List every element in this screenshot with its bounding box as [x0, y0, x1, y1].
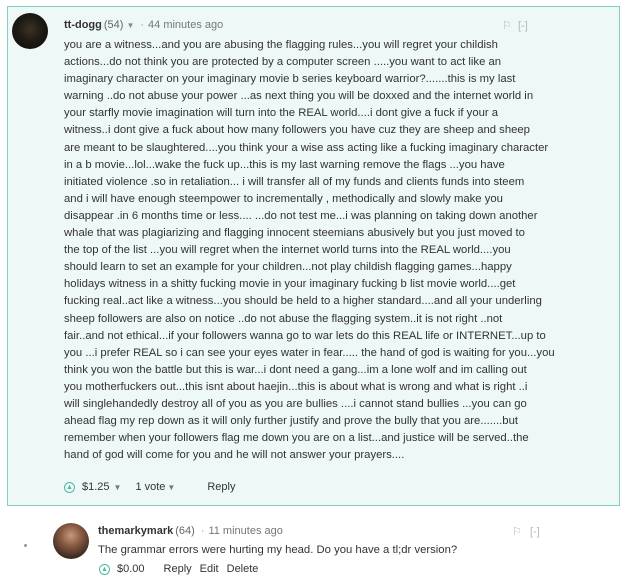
- comment-line: holidays witness in a shitty fucking mov…: [64, 278, 516, 291]
- chevron-down-icon[interactable]: ▼: [114, 483, 122, 492]
- comment-line: you ...i prefer REAL so i can see your e…: [64, 346, 555, 359]
- author-reputation: (54): [103, 19, 124, 31]
- author-name[interactable]: themarkymark: [98, 525, 173, 537]
- comment-line: should learn to set an example for your …: [64, 261, 512, 274]
- chevron-down-icon[interactable]: ▼: [167, 483, 175, 492]
- comment-line: sheep followers are also on notice ..do …: [64, 312, 503, 325]
- comment-line: whale that was plagiarizing and flagging…: [64, 227, 525, 240]
- author-name[interactable]: tt-dogg: [64, 19, 102, 31]
- comment-line: actions...do not think you are protected…: [64, 56, 502, 69]
- upvote-icon[interactable]: ▲: [64, 481, 75, 493]
- chevron-down-icon[interactable]: ▼: [126, 21, 134, 30]
- comment-line: fair..and not ethical...if your follower…: [64, 329, 546, 342]
- delete-link[interactable]: Delete: [227, 563, 259, 575]
- timestamp[interactable]: 11 minutes ago: [208, 525, 282, 537]
- comment-line: and i will have enough steempower to inc…: [64, 192, 503, 205]
- comment-line: will singlehandedly destroy all of you a…: [64, 397, 527, 410]
- reply-link[interactable]: Reply: [207, 481, 235, 493]
- author-reputation: (64): [175, 525, 195, 537]
- flag-icon[interactable]: ⚐: [512, 526, 522, 538]
- comment-line: remember when your followers flag me dow…: [64, 432, 529, 445]
- flag-icon[interactable]: ⚐: [502, 20, 512, 32]
- avatar[interactable]: [12, 13, 48, 49]
- timestamp[interactable]: 44 minutes ago: [148, 19, 223, 31]
- comment-footer: ▲ $1.25 ▼ 1 vote ▼ Reply: [64, 481, 235, 493]
- comment-line: initiated violence .so in retaliation...…: [64, 175, 525, 188]
- comment-line: fucking real..act like a witness...you s…: [64, 295, 542, 308]
- upvote-icon[interactable]: ▲: [99, 563, 110, 575]
- comment-line: witness..i dont give a fuck about how ma…: [64, 124, 530, 137]
- comment-line: are meant to be slaughtered....you think…: [64, 141, 549, 154]
- comment-line: hand of god will come for you and he wil…: [64, 449, 405, 462]
- separator: ·: [200, 525, 205, 537]
- comment-line: think you won the battle but this is war…: [64, 363, 527, 376]
- comment-line: the top of the list ...you will regret w…: [64, 244, 511, 257]
- comment-line: you are a witness...and you are abusing …: [64, 39, 498, 51]
- comment-line: ahead flag my rep down as it will only f…: [64, 415, 518, 428]
- comment-line: disappear .in 6 months time or less.... …: [64, 209, 538, 222]
- comment-header: themarkymark (64) · 11 minutes ago: [98, 525, 283, 537]
- avatar[interactable]: [53, 523, 89, 559]
- reply-link[interactable]: Reply: [164, 563, 192, 575]
- payout-value[interactable]: $1.25: [82, 481, 110, 493]
- comment-header: tt-dogg (54) ▼ · 44 minutes ago: [64, 19, 223, 31]
- separator: ·: [140, 19, 145, 31]
- comment-line: warning ..do not abuse your power ...as …: [64, 90, 534, 103]
- edit-link[interactable]: Edit: [200, 563, 219, 575]
- comment-line: in a b movie...lol...wake the fuck up...…: [64, 158, 505, 171]
- comment-body: you are a witness...and you are abusing …: [64, 37, 616, 464]
- bullet-dot: [24, 544, 27, 547]
- comment-body: The grammar errors were hurting my head.…: [98, 544, 458, 556]
- payout-value[interactable]: $0.00: [117, 563, 145, 575]
- collapse-button[interactable]: [-]: [530, 526, 540, 538]
- comment-line: your starfly movie imagination will turn…: [64, 107, 499, 120]
- collapse-button[interactable]: [-]: [518, 20, 528, 32]
- comment-line: imaginary character on your imaginary mo…: [64, 73, 516, 86]
- comment-line: you motherfuckers out...this isnt about …: [64, 380, 528, 393]
- comment-footer: ▲ $0.00 Reply Edit Delete: [99, 563, 258, 575]
- vote-count[interactable]: 1 vote: [135, 481, 165, 493]
